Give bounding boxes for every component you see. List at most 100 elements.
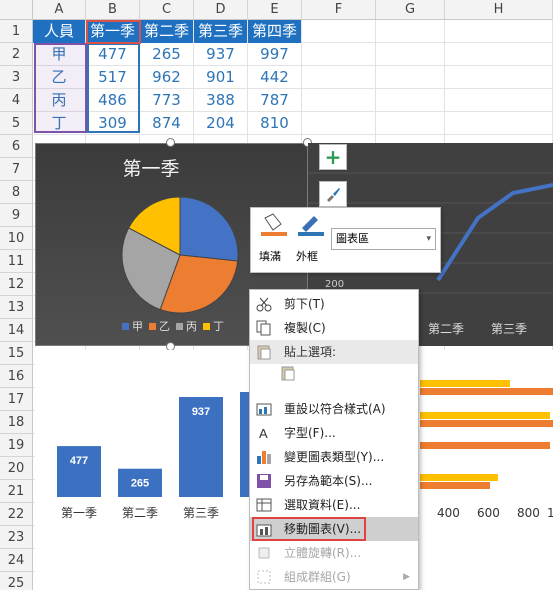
row-header-16[interactable]: 16 [0, 365, 33, 388]
row-header-7[interactable]: 7 [0, 158, 33, 181]
row-header-10[interactable]: 10 [0, 227, 33, 250]
horizontal-bar [420, 474, 498, 481]
menu-item-save-template[interactable]: 另存為範本(S)... [250, 469, 418, 493]
paste-icon [256, 344, 272, 360]
column-header-a[interactable]: A [33, 0, 86, 20]
cell-c3[interactable]: 962 [140, 66, 193, 89]
column-header-e[interactable]: E [248, 0, 302, 20]
cell-d3[interactable]: 901 [194, 66, 247, 89]
menu-item-chart-type[interactable]: 變更圖表類型(Y)... [250, 445, 418, 469]
row-header-18[interactable]: 18 [0, 411, 33, 434]
cell-a1[interactable]: 人員 [33, 20, 85, 43]
menu-item-scissors[interactable]: 剪下(T) [250, 292, 418, 316]
cell-d5[interactable]: 204 [194, 112, 247, 135]
row-header-5[interactable]: 5 [0, 112, 33, 135]
row-header-2[interactable]: 2 [0, 43, 33, 66]
row-header-1[interactable]: 1 [0, 20, 33, 43]
menu-item-reset-style[interactable]: 重設以符合樣式(A) [250, 397, 418, 421]
row-header-11[interactable]: 11 [0, 250, 33, 273]
bar-category-label: 第一季 [61, 506, 97, 520]
legend-entry: 丁 [213, 320, 224, 333]
submenu-arrow-icon: ▶ [403, 572, 410, 582]
menu-item-label: 另存為範本(S)... [284, 474, 373, 488]
pen-icon [298, 216, 324, 236]
menu-item-copy[interactable]: 複製(C) [250, 316, 418, 340]
header-highlight [86, 20, 141, 44]
row-header-4[interactable]: 4 [0, 89, 33, 112]
cell-c1[interactable]: 第二季 [140, 20, 193, 43]
column-header-c[interactable]: C [140, 0, 194, 20]
column-header-b[interactable]: B [86, 0, 140, 20]
select-data-icon [256, 497, 272, 513]
brush-icon [327, 188, 340, 202]
row-header-6[interactable]: 6 [0, 135, 33, 158]
axis-tick-label: 400 [437, 506, 460, 520]
row-header-14[interactable]: 14 [0, 319, 33, 342]
pie-legend: 甲乙丙丁 [116, 318, 224, 334]
cell-c2[interactable]: 265 [140, 43, 193, 66]
row-header-24[interactable]: 24 [0, 549, 33, 572]
chart-element-dropdown[interactable]: 圖表區 ▾ [331, 228, 436, 250]
row-header-21[interactable]: 21 [0, 480, 33, 503]
chart-elements-button[interactable]: + [319, 144, 347, 170]
bar-value-label: 937 [192, 406, 210, 418]
row-header-3[interactable]: 3 [0, 66, 33, 89]
cell-e5[interactable]: 810 [248, 112, 301, 135]
cell-e1[interactable]: 第四季 [248, 20, 301, 43]
cell-c5[interactable]: 874 [140, 112, 193, 135]
horizontal-bar [420, 442, 550, 449]
menu-item-select-data[interactable]: 選取資料(E)... [250, 493, 418, 517]
fill-button[interactable]: 填滿 [259, 212, 293, 268]
row-header-15[interactable]: 15 [0, 342, 33, 365]
row-header-9[interactable]: 9 [0, 204, 33, 227]
menu-item-label: 選取資料(E)... [284, 498, 361, 512]
column-header-d[interactable]: D [194, 0, 248, 20]
row-header-12[interactable]: 12 [0, 273, 33, 296]
range-highlight-a [34, 43, 87, 133]
cell-e4[interactable]: 787 [248, 89, 301, 112]
spreadsheet[interactable]: ABCDEFGH 1 2 3 4 5 6 7 8 9 10 11 12 13 14 15 16 17 18 19 20… [0, 0, 553, 590]
bar-category-label: 第三季 [183, 506, 219, 520]
save-template-icon [256, 473, 272, 489]
menu-item-font[interactable]: A 字型(F)... [250, 421, 418, 445]
horizontal-bar [420, 412, 550, 419]
row-header-19[interactable]: 19 [0, 434, 33, 457]
chart-styles-button[interactable] [319, 181, 347, 207]
row-header-13[interactable]: 13 [0, 296, 33, 319]
cell-d4[interactable]: 388 [194, 89, 247, 112]
paste-option-button [280, 365, 304, 389]
cell-d1[interactable]: 第三季 [194, 20, 247, 43]
bar-category-label: 第二季 [122, 506, 158, 520]
dropdown-value: 圖表區 [336, 232, 369, 245]
fill-label: 填滿 [259, 250, 281, 263]
row-header-17[interactable]: 17 [0, 388, 33, 411]
outline-button[interactable]: 外框 [296, 212, 330, 268]
context-menu[interactable]: 剪下(T) 複製(C) 貼上選項: 重設以符合樣式(A) A 字型(F)... 變更圖表類型… [249, 289, 419, 590]
paint-bucket-icon [261, 213, 287, 236]
axis-tick-label: 10 [547, 506, 553, 520]
bar-value-label: 477 [70, 455, 88, 467]
row-header-23[interactable]: 23 [0, 526, 33, 549]
row-header-22[interactable]: 22 [0, 503, 33, 526]
column-header-f[interactable]: F [302, 0, 376, 20]
row-header-8[interactable]: 8 [0, 181, 33, 204]
format-mini-toolbar[interactable]: 填滿 外框 圖表區 ▾ [250, 207, 441, 273]
resize-handle[interactable] [166, 138, 175, 147]
cell-c4[interactable]: 773 [140, 89, 193, 112]
legend-swatch [149, 323, 156, 330]
cell-e2[interactable]: 997 [248, 43, 301, 66]
legend-entry: 甲 [132, 320, 143, 333]
outline-label: 外框 [296, 250, 318, 263]
select-all-corner[interactable] [0, 0, 33, 20]
column-header-h[interactable]: H [445, 0, 553, 20]
group-icon [256, 569, 272, 585]
column-header-g[interactable]: G [376, 0, 445, 20]
cell-e3[interactable]: 442 [248, 66, 301, 89]
menu-item-move-chart[interactable]: 移動圖表(V)... [250, 517, 418, 541]
row-header-20[interactable]: 20 [0, 457, 33, 480]
bar-value-label: 265 [131, 478, 149, 490]
menu-item-label: 貼上選項: [284, 345, 337, 359]
row-header-25[interactable]: 25 [0, 572, 33, 590]
cell-d2[interactable]: 937 [194, 43, 247, 66]
rotate-3d-icon [256, 545, 272, 561]
